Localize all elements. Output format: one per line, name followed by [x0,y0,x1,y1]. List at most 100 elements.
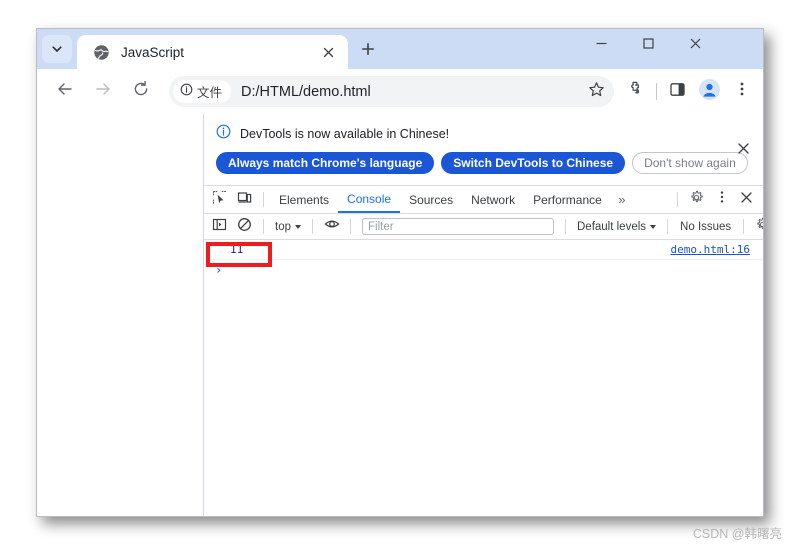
bookmark-star-button[interactable] [583,78,610,105]
side-panel-icon [669,81,686,103]
tab-strip: JavaScript [37,29,763,69]
minimize-icon [595,37,608,55]
devtools-tab-elements[interactable]: Elements [270,187,338,213]
console-toolbar-divider [312,219,313,234]
site-info-chip-label: 文件 [197,86,223,100]
new-tab-button[interactable] [354,38,381,65]
nav-back-button[interactable] [50,77,80,107]
tab-title: JavaScript [121,44,185,60]
three-dots-vertical-icon [715,190,729,209]
browser-window: JavaScript 文件 D:/HTML/demo.html DevTools… [36,28,764,517]
globe-icon [93,44,110,61]
console-settings-button[interactable] [750,215,763,238]
devtools-tab-network[interactable]: Network [462,187,524,213]
devtools-tab-sources[interactable]: Sources [400,187,462,213]
watermark: CSDN @韩曙亮 [692,527,782,541]
console-prompt-row[interactable]: › [204,260,763,279]
switch-devtools-to-chinese-button[interactable]: Switch DevTools to Chinese [441,152,626,174]
address-bar[interactable]: 文件 D:/HTML/demo.html [169,76,614,107]
console-levels-label: Default levels [577,220,647,233]
console-prompt-caret: › [215,262,223,277]
devtools-menu-button[interactable] [709,188,734,211]
devtools-more-tabs-button[interactable]: » [611,192,633,207]
console-sidebar-toggle-button[interactable] [207,215,232,238]
close-icon [740,191,753,209]
inspect-element-icon [212,190,227,210]
side-panel-button[interactable] [663,78,691,106]
toolbar-divider [656,83,657,100]
window-minimize-button[interactable] [578,29,624,63]
profile-avatar-button[interactable] [695,78,723,106]
console-toolbar-divider [743,219,745,234]
browser-toolbar: 文件 D:/HTML/demo.html [37,69,763,114]
reload-icon [132,80,150,103]
three-dots-vertical-icon [734,81,750,102]
console-message-list[interactable]: 11 demo.html:16 › [204,240,763,516]
console-context-selector[interactable]: top [270,221,306,233]
always-match-chrome-language-button[interactable]: Always match Chrome's language [216,152,435,174]
nav-forward-button[interactable] [88,77,118,107]
live-expression-button[interactable] [319,215,344,238]
console-toolbar-divider [667,219,669,234]
gear-icon [689,190,704,210]
device-toolbar-button[interactable] [232,188,257,211]
puzzle-piece-icon [627,80,645,103]
devtools-tabbar-divider [677,192,678,207]
chevron-down-icon [50,42,64,56]
device-toolbar-icon [237,190,252,210]
console-toolbar-divider [565,219,566,234]
devtools-panel: DevTools is now available in Chinese! Al… [204,114,763,516]
console-message-row[interactable]: 11 demo.html:16 [204,240,763,260]
console-sidebar-icon [212,217,227,237]
site-info-chip[interactable]: 文件 [173,80,232,103]
page-and-devtools-area: DevTools is now available in Chinese! Al… [37,114,763,516]
star-icon [588,81,605,103]
console-issues-status[interactable]: No Issues [674,221,737,233]
clear-console-button[interactable] [232,215,257,238]
console-filter-input[interactable] [362,218,554,235]
clear-console-icon [237,217,252,237]
devtools-close-button[interactable] [734,188,759,211]
plus-icon [361,42,375,61]
extensions-button[interactable] [622,78,650,106]
console-toolbar-divider [350,219,351,234]
console-output-value: 11 [230,243,244,256]
notification-buttons: Always match Chrome's language Switch De… [216,152,751,174]
dont-show-again-button[interactable]: Don't show again [632,152,748,174]
page-viewport [37,114,203,516]
reload-button[interactable] [126,77,156,107]
close-icon [689,37,702,55]
console-toolbar-divider [263,219,264,234]
notification-message-row: DevTools is now available in Chinese! [216,124,751,144]
tab-search-button[interactable] [42,35,72,63]
eye-icon [323,216,340,237]
notification-close-button[interactable] [732,140,754,162]
address-bar-url: D:/HTML/demo.html [241,83,371,100]
inspect-element-button[interactable] [207,188,232,211]
console-source-link[interactable]: demo.html:16 [671,243,750,256]
devtools-tabbar-right-controls [671,188,763,211]
devtools-tab-performance[interactable]: Performance [524,187,611,213]
window-close-button[interactable] [672,29,718,63]
window-maximize-button[interactable] [625,29,671,63]
maximize-icon [642,37,655,55]
arrow-left-icon [56,80,74,103]
console-toolbar: top Default le [204,214,763,240]
info-circle-icon [180,83,193,101]
devtools-tab-console[interactable]: Console [338,187,401,213]
console-levels-selector[interactable]: Default levels [572,221,661,233]
arrow-right-icon [94,80,112,103]
close-icon [737,142,750,160]
notification-message: DevTools is now available in Chinese! [240,127,450,141]
person-avatar-icon [698,78,720,105]
devtools-tabbar: Elements Console Sources Network Perform… [204,186,763,214]
chevron-down-icon [295,224,301,229]
chrome-menu-button[interactable] [728,78,756,106]
info-circle-icon [216,124,231,144]
chevron-down-icon [650,224,657,229]
gear-icon [755,217,763,237]
devtools-settings-button[interactable] [684,188,709,211]
tab-close-button[interactable] [317,41,339,63]
browser-tab[interactable]: JavaScript [77,35,348,69]
console-context-label: top [275,220,291,233]
